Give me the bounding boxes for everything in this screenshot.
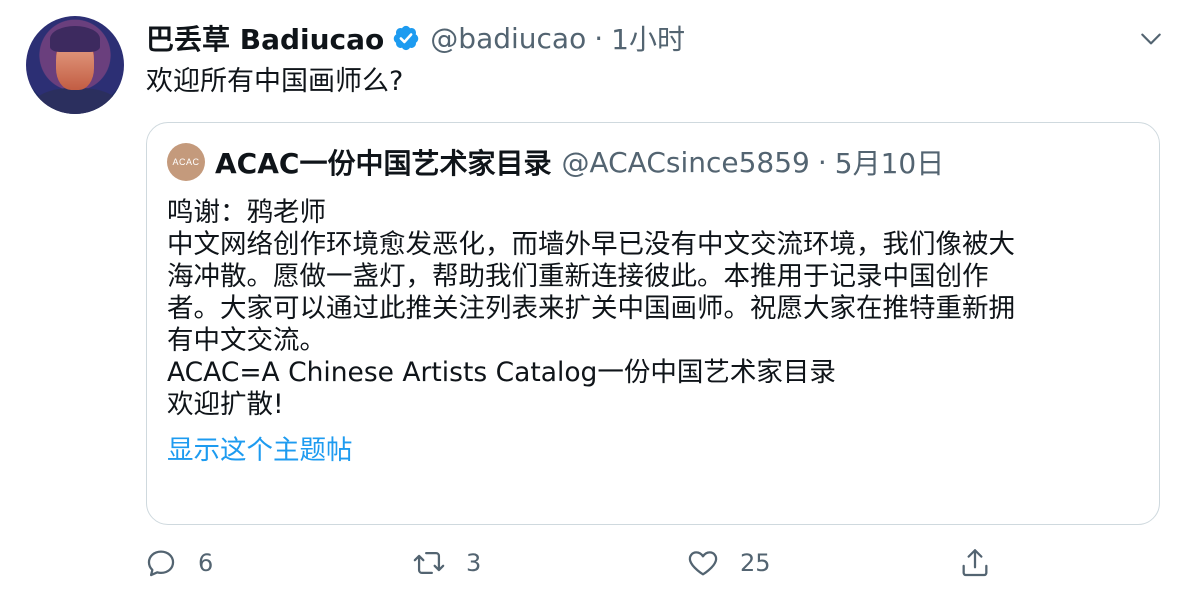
tweet-header: 巴丢草 Badiucao @badiucao · 1小时 bbox=[146, 18, 685, 58]
quoted-text-line: ACAC=A Chinese Artists Catalog一份中国艺术家目录 bbox=[167, 357, 836, 388]
quoted-text-line: 中文网络创作环境愈发恶化，而墙外早已没有中文交流环境，我们像被大 bbox=[167, 229, 1015, 260]
quoted-tweet[interactable]: ACAC ACAC一份中国艺术家目录 @ACACsince5859 · 5月10… bbox=[146, 122, 1160, 525]
quoted-author-handle[interactable]: @ACACsince5859 bbox=[561, 146, 809, 179]
show-thread-link[interactable]: 显示这个主题帖 bbox=[167, 435, 1147, 467]
heart-icon bbox=[688, 551, 718, 576]
tweet-text: 欢迎所有中国画师么? bbox=[146, 66, 404, 97]
quoted-header: ACAC一份中国艺术家目录 @ACACsince5859 · 5月10日 bbox=[215, 141, 944, 183]
quoted-author-name[interactable]: ACAC一份中国艺术家目录 bbox=[215, 142, 551, 182]
retweet-count: 3 bbox=[466, 549, 482, 577]
avatar-shoulder bbox=[34, 88, 118, 114]
separator-dot: · bbox=[594, 21, 604, 55]
retweet-button[interactable]: 3 bbox=[412, 546, 481, 580]
author-handle[interactable]: @badiucao bbox=[430, 22, 586, 55]
quoted-avatar[interactable]: ACAC bbox=[167, 143, 205, 181]
quoted-avatar-label: ACAC bbox=[172, 157, 200, 167]
like-button[interactable]: 25 bbox=[686, 546, 771, 580]
quoted-text-line: 欢迎扩散! bbox=[167, 389, 284, 420]
chevron-down-icon[interactable] bbox=[1138, 26, 1164, 52]
quoted-date[interactable]: 5月10日 bbox=[835, 142, 944, 182]
like-count: 25 bbox=[740, 549, 771, 577]
separator-dot: · bbox=[817, 145, 827, 179]
avatar-hair bbox=[50, 26, 100, 52]
reply-icon bbox=[147, 550, 175, 577]
quoted-text-line: 者。大家可以通过此推关注列表来扩关中国画师。祝愿大家在推特重新拥 bbox=[167, 293, 1015, 324]
retweet-icon bbox=[413, 551, 445, 575]
reply-button[interactable]: 6 bbox=[144, 546, 213, 580]
share-button[interactable] bbox=[958, 546, 992, 580]
quoted-text-line: 海冲散。愿做一盏灯，帮助我们重新连接彼此。本推用于记录中国创作 bbox=[167, 261, 989, 292]
quoted-text-line: 有中文交流。 bbox=[167, 325, 326, 356]
reply-count: 6 bbox=[198, 549, 214, 577]
author-avatar[interactable] bbox=[26, 16, 124, 114]
share-icon bbox=[962, 549, 988, 577]
author-name[interactable]: 巴丢草 Badiucao bbox=[146, 18, 384, 58]
verified-badge-icon bbox=[394, 25, 419, 51]
tweet-actions: 6 3 25 bbox=[0, 546, 1188, 586]
tweet-timestamp[interactable]: 1小时 bbox=[611, 18, 685, 58]
quoted-text-line: 鸣谢：鸦老师 bbox=[167, 197, 326, 228]
quoted-text: 鸣谢：鸦老师 中文网络创作环境愈发恶化，而墙外早已没有中文交流环境，我们像被大 … bbox=[167, 197, 1147, 467]
